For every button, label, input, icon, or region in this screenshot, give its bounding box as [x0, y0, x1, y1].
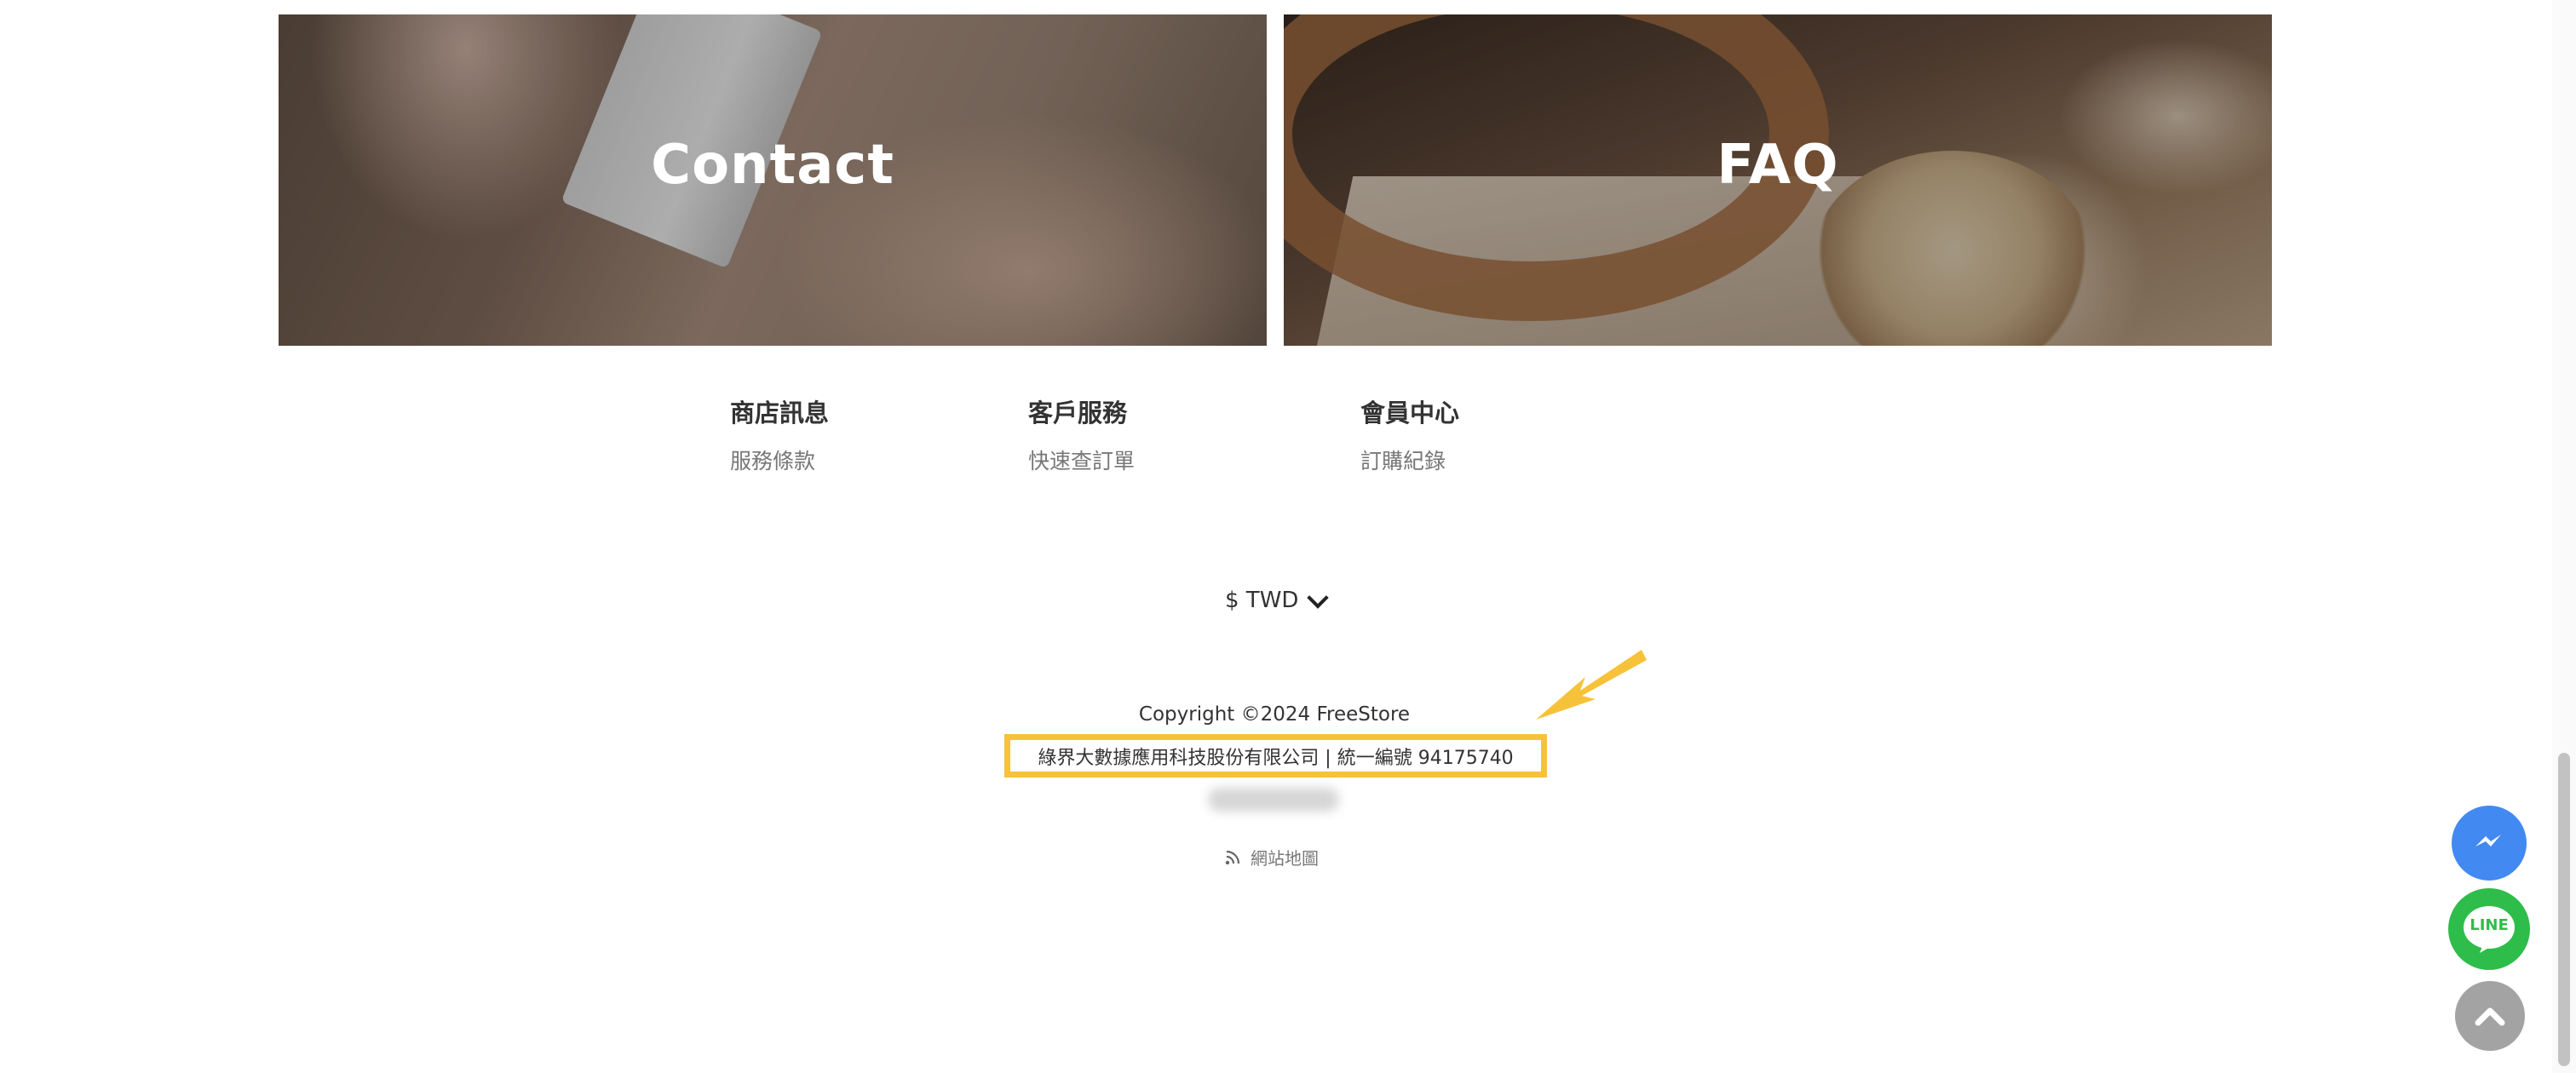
footer-column-member-center: 會員中心 訂購紀錄 — [1360, 396, 1459, 476]
order-history-link[interactable]: 訂購紀錄 — [1360, 447, 1459, 476]
currency-selector[interactable]: $ TWD — [1225, 587, 1330, 613]
line-button[interactable]: LINE — [2448, 888, 2530, 970]
footer-heading-member-center: 會員中心 — [1360, 399, 1460, 427]
rss-icon — [1225, 850, 1240, 864]
faq-banner-title: FAQ — [1716, 134, 1839, 197]
sitemap-link[interactable]: 網站地圖 — [1225, 845, 1319, 869]
company-info-text: 綠界大數據應用科技股份有限公司 | 統一編號 94175740 — [1038, 747, 1514, 769]
line-label: LINE — [2470, 916, 2509, 934]
footer-column-store-info: 商店訊息 服務條款 — [730, 396, 829, 476]
messenger-button[interactable] — [2452, 806, 2527, 881]
company-info-highlight: 綠界大數據應用科技股份有限公司 | 統一編號 94175740 — [1004, 734, 1547, 777]
currency-label: $ TWD — [1225, 588, 1299, 613]
sitemap-label: 網站地圖 — [1251, 848, 1319, 869]
scrollbar-thumb[interactable] — [2558, 753, 2570, 1066]
footer-heading-store-info: 商店訊息 — [730, 399, 830, 427]
messenger-icon — [2469, 823, 2510, 864]
annotation-arrow-icon — [1536, 650, 1647, 720]
contact-banner-title: Contact — [651, 134, 894, 197]
terms-of-service-link[interactable]: 服務條款 — [730, 447, 829, 476]
footer-column-customer-service: 客戶服務 快速查訂單 — [1028, 396, 1135, 476]
blurred-text — [1208, 788, 1339, 812]
contact-banner[interactable]: Contact — [279, 14, 1267, 346]
back-to-top-button[interactable] — [2455, 981, 2525, 1051]
copyright-text: Copyright ©2024 FreeStore — [1138, 703, 1411, 726]
faq-banner[interactable]: FAQ — [1284, 14, 2272, 346]
chevron-down-icon — [1307, 587, 1330, 609]
order-lookup-link[interactable]: 快速查訂單 — [1028, 447, 1135, 476]
footer-heading-customer-service: 客戶服務 — [1028, 399, 1128, 427]
chevron-up-icon — [2475, 1007, 2505, 1026]
